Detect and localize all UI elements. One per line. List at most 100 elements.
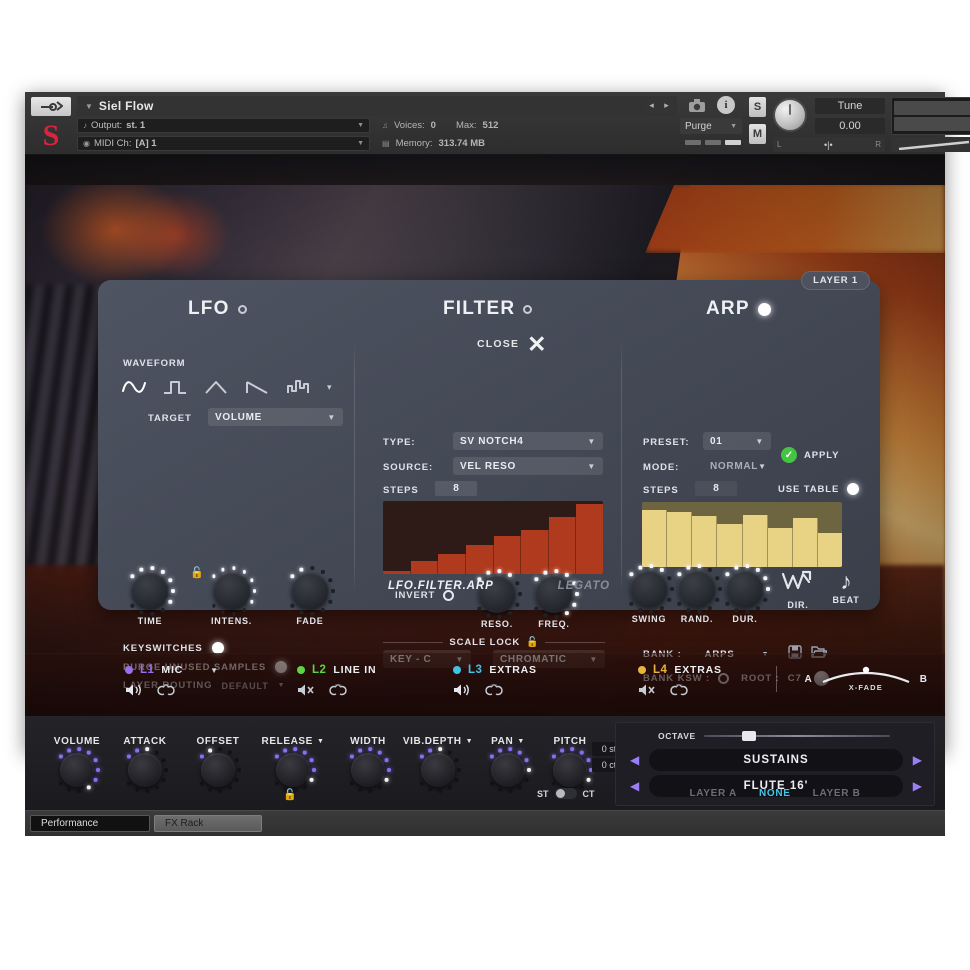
next-articulation-button[interactable]: ▶ [913, 753, 922, 767]
knob-dial[interactable] [291, 572, 329, 610]
next-preset-button[interactable]: ▸ [660, 98, 673, 113]
filter-source-dropdown[interactable]: VEL RESO ▼ [453, 457, 603, 475]
arp-power-toggle[interactable] [758, 303, 771, 316]
tab-legato[interactable]: LEGATO [558, 580, 610, 592]
sequencer-bar[interactable] [642, 510, 667, 567]
tune-value[interactable]: 0.00 [815, 118, 885, 134]
sequencer-bar[interactable] [692, 516, 717, 567]
sequencer-bar[interactable] [438, 554, 466, 574]
lock-icon[interactable]: 🔓 [190, 566, 204, 579]
sequencer-bar[interactable] [768, 528, 793, 567]
sequencer-bar[interactable] [793, 518, 818, 567]
instrument-name-bar[interactable]: ▼ Siel Flow [77, 96, 677, 116]
knob-dial[interactable] [491, 753, 525, 787]
tab-performance[interactable]: Performance [30, 815, 150, 832]
articulation-selector[interactable]: ◀ SUSTAINS ▶ [630, 749, 922, 771]
octave-slider[interactable] [704, 731, 890, 741]
tab-lfo-filter-arp[interactable]: LFO.FILTER.ARP [388, 580, 494, 592]
filter-step-sequencer[interactable] [383, 501, 603, 574]
knob-dial[interactable] [630, 570, 668, 608]
filter-type-dropdown[interactable]: SV NOTCH4 ▼ [453, 432, 603, 450]
arp-mode-dropdown[interactable]: NORMAL ▼ [703, 457, 771, 475]
lfo-fade-knob[interactable]: FADE [291, 572, 329, 626]
arp-rand-knob[interactable]: RAND. [678, 570, 716, 624]
solo-button[interactable]: S [749, 97, 766, 117]
link-icon[interactable] [328, 683, 348, 702]
arp-dur-knob[interactable]: DUR. [726, 570, 764, 624]
sequencer-bar[interactable] [717, 524, 742, 567]
arp-direction-button[interactable]: DIR. [776, 568, 820, 610]
lfo-intensity-knob[interactable]: INTENS. [211, 572, 252, 626]
link-icon[interactable] [669, 683, 689, 702]
speaker-muted-icon[interactable] [638, 683, 657, 702]
speaker-on-icon[interactable] [453, 683, 472, 702]
sequencer-bar[interactable] [383, 571, 411, 574]
prev-preset-button[interactable]: ◂ [645, 98, 658, 113]
knob-dial[interactable] [726, 570, 764, 608]
chevron-down-icon[interactable]: ▼ [517, 738, 525, 745]
sequencer-bar[interactable] [818, 533, 842, 567]
saw-wave-icon[interactable] [245, 377, 269, 397]
purge-dropdown[interactable]: Purge ▼ [680, 118, 742, 134]
filter-section-title[interactable]: FILTER [443, 298, 532, 320]
layer-badge[interactable]: LAYER 1 [801, 271, 870, 290]
waveform-selector[interactable]: ▾ [122, 377, 332, 397]
arp-swing-knob[interactable]: SWING [630, 570, 668, 624]
knob-dial[interactable] [276, 753, 310, 787]
prev-articulation-button[interactable]: ◀ [630, 753, 639, 767]
arp-steps-value[interactable]: 8 [695, 481, 737, 496]
layer-item-l2[interactable]: L2 LINE IN [297, 664, 376, 702]
link-icon[interactable] [484, 683, 504, 702]
st-ct-switch[interactable]: ST CT [537, 788, 595, 799]
sequencer-bar[interactable] [743, 515, 768, 567]
knob-dial[interactable] [678, 570, 716, 608]
sequencer-bar[interactable] [411, 561, 439, 574]
midi-selector[interactable]: ◉ MIDI Ch: [A] 1 ▼ [77, 136, 370, 151]
lfo-section-title[interactable]: LFO [188, 298, 247, 320]
articulation-value[interactable]: SUSTAINS [649, 749, 903, 771]
speaker-muted-icon[interactable] [297, 683, 316, 702]
layer-none-button[interactable]: NONE [759, 788, 791, 799]
waveform-more-icon[interactable]: ▾ [327, 382, 332, 393]
filter-power-toggle[interactable] [523, 305, 532, 314]
arp-beat-button[interactable]: ♪ BEAT [824, 568, 868, 605]
random-wave-icon[interactable] [286, 377, 310, 397]
layer-b-button[interactable]: LAYER B [813, 788, 861, 799]
pan-slider[interactable]: L •|• R [773, 137, 885, 152]
st-ct-toggle[interactable] [555, 788, 577, 799]
close-panel-button[interactable]: CLOSE ✕ [477, 335, 546, 353]
filter-steps-value[interactable]: 8 [435, 481, 477, 496]
snapshot-icon[interactable] [687, 97, 707, 114]
arp-section-title[interactable]: ARP [706, 298, 771, 320]
sequencer-bar[interactable] [576, 504, 603, 574]
tab-fx-rack[interactable]: FX Rack [154, 815, 262, 832]
link-icon[interactable] [156, 683, 176, 702]
layer-a-button[interactable]: LAYER A [689, 788, 737, 799]
use-table-row[interactable]: USE TABLE [778, 483, 859, 495]
lock-icon[interactable]: 🔓 [526, 637, 538, 648]
triangle-wave-icon[interactable] [204, 377, 228, 397]
xfade-slider[interactable]: X-FADE [821, 666, 911, 692]
arp-preset-dropdown[interactable]: 01 ▼ [703, 432, 771, 450]
apply-button[interactable]: ✓ APPLY [781, 447, 839, 463]
output-selector[interactable]: ♪ Output: st. 1 ▼ [77, 118, 370, 133]
knob-dial[interactable] [131, 572, 169, 610]
sequencer-bar[interactable] [667, 512, 692, 567]
lfo-time-knob[interactable]: TIME [131, 572, 169, 626]
mute-button[interactable]: M [749, 124, 766, 144]
layer-ab-selector[interactable]: LAYER A NONE LAYER B [616, 788, 934, 799]
knob-dial[interactable] [421, 753, 455, 787]
knob-dial[interactable] [128, 753, 162, 787]
layer-item-l1[interactable]: L1 MIC ▼ [125, 664, 218, 702]
knob-dial[interactable] [351, 753, 385, 787]
knob-dial[interactable] [201, 753, 235, 787]
sequencer-bar[interactable] [549, 517, 577, 574]
slider-thumb[interactable] [742, 731, 756, 741]
knob-dial[interactable] [213, 572, 251, 610]
speaker-on-icon[interactable] [125, 683, 144, 702]
use-table-toggle[interactable] [847, 483, 859, 495]
lfo-power-toggle[interactable] [238, 305, 247, 314]
sine-wave-icon[interactable] [122, 377, 146, 397]
knob-dial[interactable] [553, 753, 587, 787]
octave-control[interactable]: OCTAVE [658, 731, 890, 741]
